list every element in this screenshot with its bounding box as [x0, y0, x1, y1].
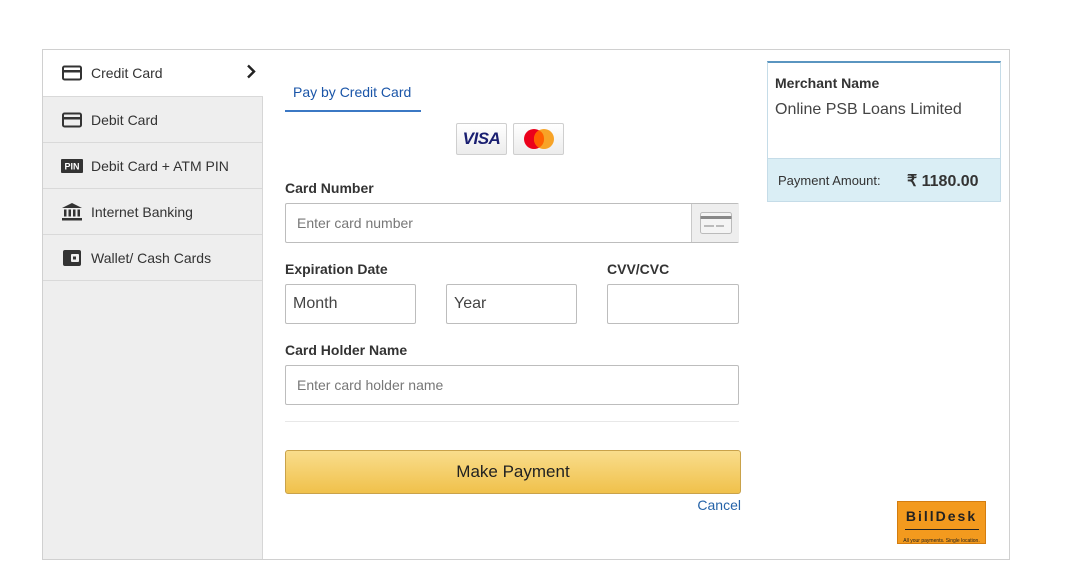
debit-card-icon [61, 111, 83, 129]
card-holder-input[interactable] [285, 365, 739, 405]
payment-amount-label: Payment Amount: [778, 173, 881, 188]
chevron-right-icon [245, 64, 257, 83]
bank-icon [61, 202, 83, 221]
sidebar-item-label: Debit Card + ATM PIN [91, 157, 229, 174]
merchant-name: Online PSB Loans Limited [775, 101, 962, 118]
merchant-title: Merchant Name [775, 75, 880, 91]
merchant-panel: Merchant Name Online PSB Loans Limited P… [767, 61, 1001, 202]
logo-tagline: All your payments. Single location. [903, 538, 980, 544]
visa-logo: VISA [456, 123, 507, 155]
payment-frame: Credit Card Debit Card PIN Debit Card + … [42, 49, 1010, 560]
card-number-input[interactable] [285, 203, 739, 243]
expiry-year-select[interactable]: Year [446, 284, 577, 324]
expiry-month-select[interactable]: Month [285, 284, 416, 324]
payment-amount-value: ₹ 1180.00 [907, 173, 979, 190]
expiration-date-label: Expiration Date [285, 261, 388, 277]
sidebar-item-wallet[interactable]: Wallet/ Cash Cards [43, 235, 262, 281]
card-brands: VISA [456, 123, 564, 155]
logo-text: BillDesk [905, 508, 978, 524]
cancel-link[interactable]: Cancel [697, 497, 741, 513]
divider [285, 421, 739, 422]
wallet-icon [61, 249, 83, 267]
pin-icon: PIN [61, 157, 83, 175]
sidebar-item-debit-card[interactable]: Debit Card [43, 97, 262, 143]
mastercard-logo [513, 123, 564, 155]
tab-pay-by-credit-card[interactable]: Pay by Credit Card [285, 72, 421, 112]
payment-amount-bar: Payment Amount: ₹ 1180.00 [768, 158, 1000, 201]
sidebar-item-label: Debit Card [91, 111, 158, 128]
sidebar-item-label: Credit Card [91, 65, 163, 81]
svg-text:PIN: PIN [64, 161, 79, 171]
card-scan-icon [691, 204, 739, 242]
sidebar-item-internet-banking[interactable]: Internet Banking [43, 189, 262, 235]
sidebar-item-label: Wallet/ Cash Cards [91, 249, 212, 266]
cvv-input[interactable] [607, 284, 739, 324]
card-number-label: Card Number [285, 180, 374, 196]
credit-card-form: Pay by Credit Card VISA Card Number Expi… [285, 50, 741, 559]
credit-card-icon [61, 64, 83, 82]
make-payment-button[interactable]: Make Payment [285, 450, 741, 494]
sidebar-item-label: Internet Banking [91, 203, 193, 220]
cvv-label: CVV/CVC [607, 261, 670, 277]
billdesk-logo: BillDesk All your payments. Single locat… [897, 501, 986, 544]
sidebar-item-credit-card[interactable]: Credit Card [43, 50, 263, 97]
sidebar-item-debit-atm-pin[interactable]: PIN Debit Card + ATM PIN [43, 143, 262, 189]
card-holder-label: Card Holder Name [285, 342, 408, 358]
payment-method-sidebar: Credit Card Debit Card PIN Debit Card + … [43, 50, 263, 559]
